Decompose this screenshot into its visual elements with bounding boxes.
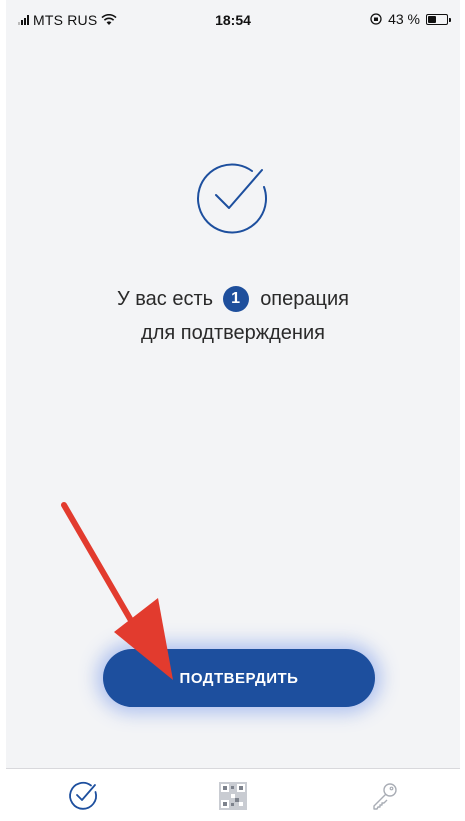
confirm-button[interactable]: ПОДТВЕРДИТЬ [103,649,375,707]
qr-code-icon [219,782,247,810]
check-circle-icon [69,781,97,810]
check-circle-icon [197,163,267,234]
status-right: 43 % [370,11,451,27]
message-suffix: операция [260,288,349,310]
operations-count-badge: 1 [222,286,249,312]
status-bar: MTS RUS 18:54 43 % [6,0,460,38]
battery-icon [426,13,451,25]
tab-bar [6,768,460,821]
key-icon [373,783,397,810]
operations-message: У вас есть 1 операция для подтверждения [6,282,460,350]
message-line-1: У вас есть 1 операция [6,282,460,316]
app-screen: MTS RUS 18:54 43 % У вас есть 1 операция… [6,0,460,821]
message-line-2: для подтверждения [141,322,325,344]
message-prefix: У вас есть [117,288,214,310]
tab-qr-code[interactable] [216,779,250,813]
orientation-lock-icon [370,13,382,25]
tab-keys[interactable] [368,779,402,813]
tab-confirmations[interactable] [66,779,100,813]
battery-percent: 43 % [388,11,420,27]
